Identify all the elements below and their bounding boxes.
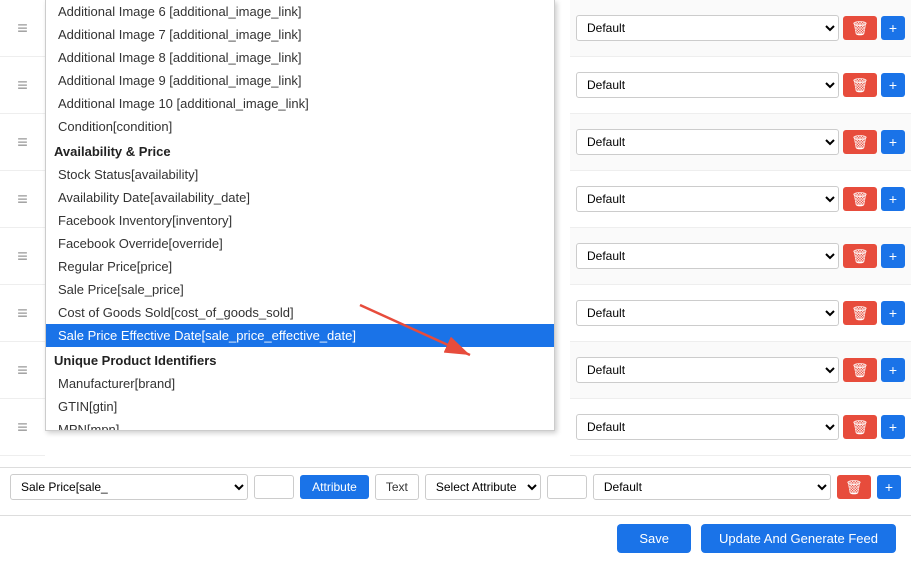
add-button-2[interactable]: + (881, 73, 905, 97)
right-row-7: Default 🗑 + (570, 342, 911, 399)
delete-button-3[interactable]: 🗑 (843, 130, 877, 154)
add-button-7[interactable]: + (881, 358, 905, 382)
output-type-select-3[interactable]: Default (576, 129, 839, 155)
drag-handle-1[interactable]: ≡ (0, 0, 45, 57)
save-button[interactable]: Save (617, 524, 691, 553)
right-row-5: Default 🗑 + (570, 228, 911, 285)
drag-handle-2[interactable]: ≡ (0, 57, 45, 114)
right-row-1: Default 🗑 + (570, 0, 911, 57)
right-row-2: Default 🗑 + (570, 57, 911, 114)
add-button-6[interactable]: + (881, 301, 905, 325)
add-button-5[interactable]: + (881, 244, 905, 268)
output-type-select-5[interactable]: Default (576, 243, 839, 269)
dropdown-item-availability[interactable]: Stock Status[availability] (46, 163, 554, 186)
delete-button-7[interactable]: 🗑 (843, 358, 877, 382)
category-availability: Availability & Price (46, 138, 554, 163)
select-attribute-dropdown[interactable]: Select Attribute (425, 474, 541, 500)
left-handles: ≡ ≡ ≡ ≡ ≡ ≡ ≡ ≡ (0, 0, 45, 456)
dropdown-item-gtin[interactable]: GTIN[gtin] (46, 395, 554, 418)
main-container: ≡ ≡ ≡ ≡ ≡ ≡ ≡ ≡ Default 🗑 + Default 🗑 + … (0, 0, 911, 561)
dropdown-item-manufacturer[interactable]: Manufacturer[brand] (46, 372, 554, 395)
dropdown-list: Additional Image 6 [additional_image_lin… (46, 0, 554, 430)
right-row-4: Default 🗑 + (570, 171, 911, 228)
add-button-3[interactable]: + (881, 130, 905, 154)
right-row-3: Default 🗑 + (570, 114, 911, 171)
dropdown-item-condition[interactable]: Condition[condition] (46, 115, 554, 138)
dropdown-item-cost-goods[interactable]: Cost of Goods Sold[cost_of_goods_sold] (46, 301, 554, 324)
output-type-select-7[interactable]: Default (576, 357, 839, 383)
bottom-edit-bar: Sale Price[sale_ Attribute Text Select A… (0, 467, 911, 506)
dropdown-item-img8[interactable]: Additional Image 8 [additional_image_lin… (46, 46, 554, 69)
dropdown-item-img7[interactable]: Additional Image 7 [additional_image_lin… (46, 23, 554, 46)
update-generate-button[interactable]: Update And Generate Feed (701, 524, 896, 553)
google-attribute-select[interactable]: Sale Price[sale_ (10, 474, 248, 500)
prefix-input[interactable] (254, 475, 294, 499)
dropdown-item-mpn[interactable]: MPN[mpn] (46, 418, 554, 430)
attribute-dropdown[interactable]: Additional Image 6 [additional_image_lin… (45, 0, 555, 431)
right-row-8: Default 🗑 + (570, 399, 911, 456)
add-button-4[interactable]: + (881, 187, 905, 211)
output-type-select-2[interactable]: Default (576, 72, 839, 98)
drag-handle-5[interactable]: ≡ (0, 228, 45, 285)
right-row-6: Default 🗑 + (570, 285, 911, 342)
dropdown-item-fb-inventory[interactable]: Facebook Inventory[inventory] (46, 209, 554, 232)
dropdown-item-regular-price[interactable]: Regular Price[price] (46, 255, 554, 278)
dropdown-item-fb-override[interactable]: Facebook Override[override] (46, 232, 554, 255)
dropdown-item-img10[interactable]: Additional Image 10 [additional_image_li… (46, 92, 554, 115)
bottom-action-bar: Save Update And Generate Feed (0, 515, 911, 561)
output-type-select-8[interactable]: Default (576, 414, 839, 440)
output-type-select-6[interactable]: Default (576, 300, 839, 326)
add-button-1[interactable]: + (881, 16, 905, 40)
right-panel: Default 🗑 + Default 🗑 + Default 🗑 + Defa… (570, 0, 911, 456)
drag-handle-3[interactable]: ≡ (0, 114, 45, 171)
delete-button-1[interactable]: 🗑 (843, 16, 877, 40)
drag-handle-8[interactable]: ≡ (0, 399, 45, 456)
category-unique: Unique Product Identifiers (46, 347, 554, 372)
delete-button-8[interactable]: 🗑 (843, 415, 877, 439)
dropdown-item-img9[interactable]: Additional Image 9 [additional_image_lin… (46, 69, 554, 92)
delete-button-bottom[interactable]: 🗑 (837, 475, 871, 499)
drag-handle-7[interactable]: ≡ (0, 342, 45, 399)
text-button[interactable]: Text (375, 474, 419, 500)
dropdown-item-availability-date[interactable]: Availability Date[availability_date] (46, 186, 554, 209)
suffix-input[interactable] (547, 475, 587, 499)
attribute-button[interactable]: Attribute (300, 475, 369, 499)
dropdown-item-img6[interactable]: Additional Image 6 [additional_image_lin… (46, 0, 554, 23)
dropdown-item-sale-price-date[interactable]: Sale Price Effective Date[sale_price_eff… (46, 324, 554, 347)
output-type-select-4[interactable]: Default (576, 186, 839, 212)
add-button-8[interactable]: + (881, 415, 905, 439)
dropdown-item-sale-price[interactable]: Sale Price[sale_price] (46, 278, 554, 301)
drag-handle-4[interactable]: ≡ (0, 171, 45, 228)
add-button-bottom[interactable]: + (877, 475, 901, 499)
delete-button-6[interactable]: 🗑 (843, 301, 877, 325)
output-type-select-1[interactable]: Default (576, 15, 839, 41)
delete-button-2[interactable]: 🗑 (843, 73, 877, 97)
drag-handle-6[interactable]: ≡ (0, 285, 45, 342)
output-type-select-bottom[interactable]: Default (593, 474, 831, 500)
delete-button-4[interactable]: 🗑 (843, 187, 877, 211)
delete-button-5[interactable]: 🗑 (843, 244, 877, 268)
